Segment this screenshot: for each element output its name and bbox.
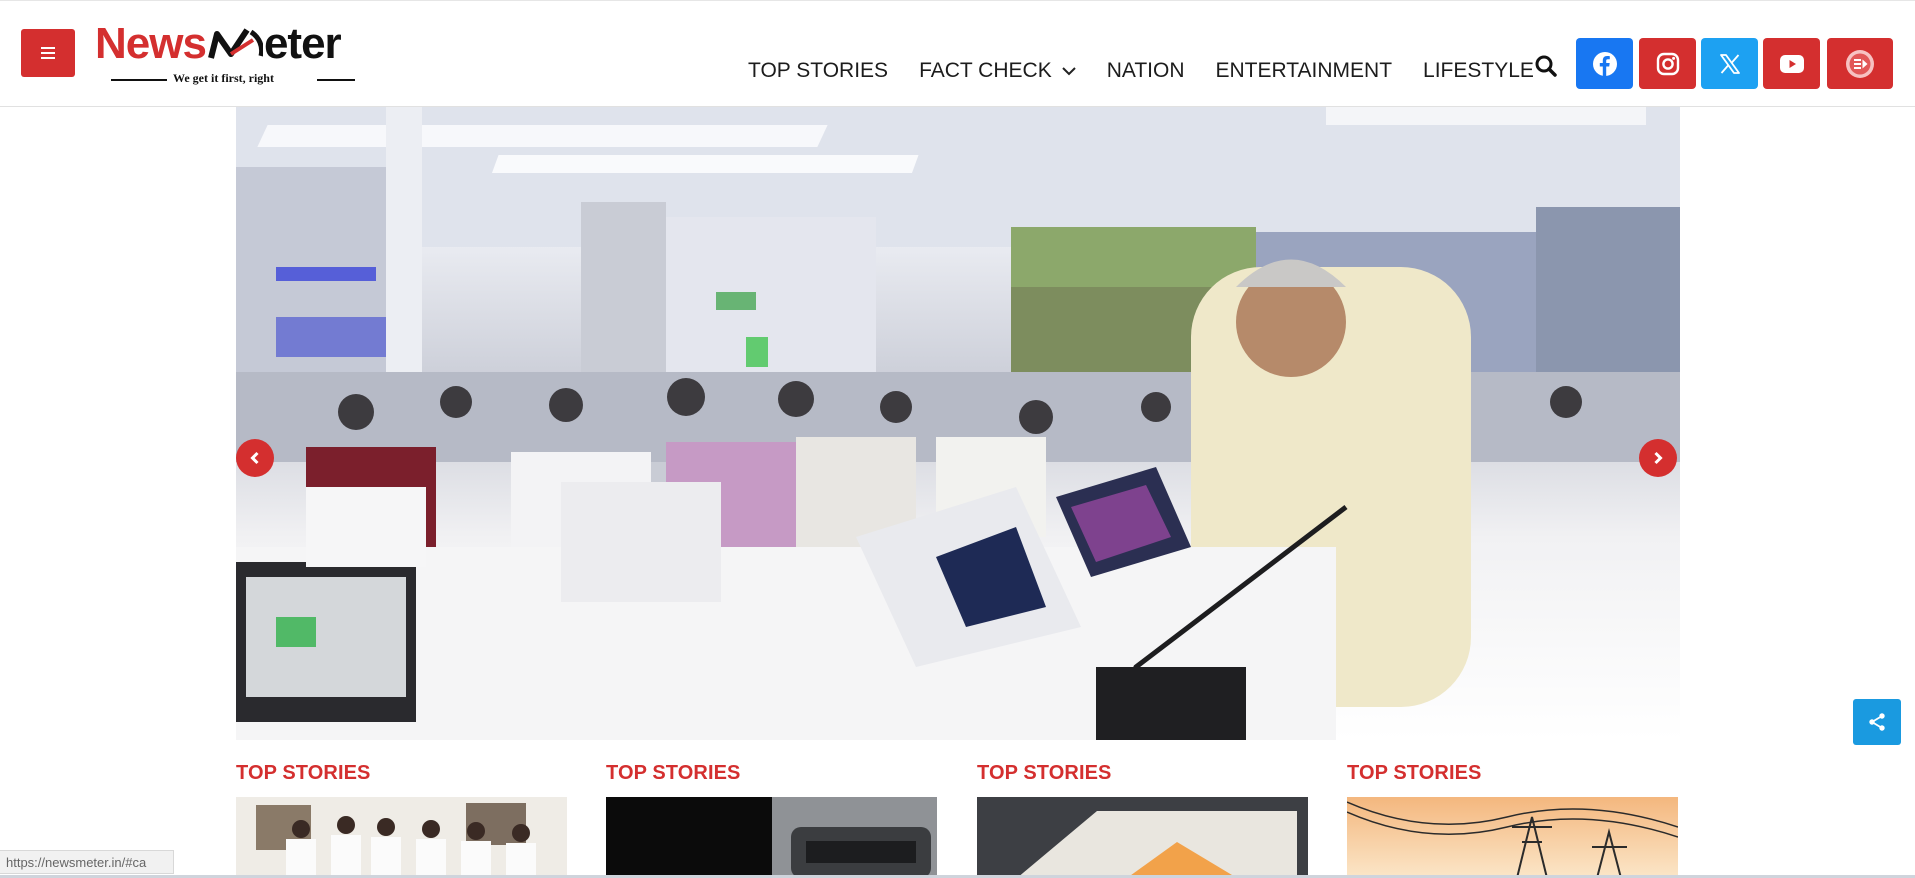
nav-nation[interactable]: NATION: [1107, 59, 1185, 83]
story-thumbnail-4[interactable]: [1347, 797, 1678, 878]
chevron-right-icon: [1654, 451, 1663, 465]
story-category-3[interactable]: TOP STORIES: [977, 762, 1111, 785]
x-icon: [1719, 53, 1740, 74]
tagline-rule-right: [317, 79, 355, 81]
voting-machine-image: [977, 797, 1308, 878]
speedometer-icon: [208, 28, 265, 59]
group-photo-image: [236, 797, 567, 878]
story-thumbnail-3[interactable]: [977, 797, 1308, 878]
instagram-button[interactable]: [1639, 38, 1696, 89]
power-lines-image: [1347, 797, 1678, 878]
main-nav: TOP STORIES FACT CHECK NATION ENTERTAINM…: [748, 53, 1565, 89]
video-playlist-button[interactable]: [1827, 38, 1893, 89]
x-button[interactable]: [1701, 38, 1758, 89]
share-button[interactable]: [1853, 699, 1901, 745]
youtube-button[interactable]: [1763, 38, 1820, 89]
newsmeter-logo[interactable]: News eter We get it first, right: [95, 19, 365, 89]
hamburger-icon: [41, 42, 55, 65]
hero-image: [236, 107, 1680, 740]
instagram-icon: [1656, 52, 1679, 75]
menu-button[interactable]: [21, 29, 75, 77]
chevron-left-icon: [250, 451, 259, 465]
hero-carousel[interactable]: [236, 107, 1680, 740]
facebook-button[interactable]: [1576, 38, 1633, 89]
link-status-bar: https://newsmeter.in/#ca: [0, 850, 174, 874]
logo-wordmark: News eter: [95, 19, 342, 68]
video-playlist-icon: [1846, 49, 1874, 78]
story-category-4[interactable]: TOP STORIES: [1347, 762, 1481, 785]
bus-photo-image: [606, 797, 937, 878]
nav-top-stories[interactable]: TOP STORIES: [748, 59, 888, 83]
story-category-1[interactable]: TOP STORIES: [236, 762, 370, 785]
site-header: News eter We get it first, right TOP STO…: [0, 1, 1915, 107]
nav-lifestyle[interactable]: LIFESTYLE: [1423, 59, 1534, 83]
carousel-prev-button[interactable]: [236, 439, 274, 477]
story-thumbnail-2[interactable]: [606, 797, 937, 878]
nav-fact-check[interactable]: FACT CHECK: [919, 59, 1076, 83]
search-button[interactable]: [1532, 52, 1560, 80]
youtube-icon: [1779, 54, 1804, 73]
search-icon: [1535, 55, 1557, 77]
tagline-rule-left: [111, 79, 167, 81]
logo-tagline: We get it first, right: [173, 71, 274, 85]
share-icon: [1869, 713, 1885, 731]
nav-entertainment[interactable]: ENTERTAINMENT: [1215, 59, 1392, 83]
chevron-down-icon[interactable]: [1061, 66, 1076, 76]
story-thumbnail-1[interactable]: [236, 797, 567, 878]
carousel-next-button[interactable]: [1639, 439, 1677, 477]
story-category-2[interactable]: TOP STORIES: [606, 762, 740, 785]
facebook-icon: [1592, 51, 1617, 76]
